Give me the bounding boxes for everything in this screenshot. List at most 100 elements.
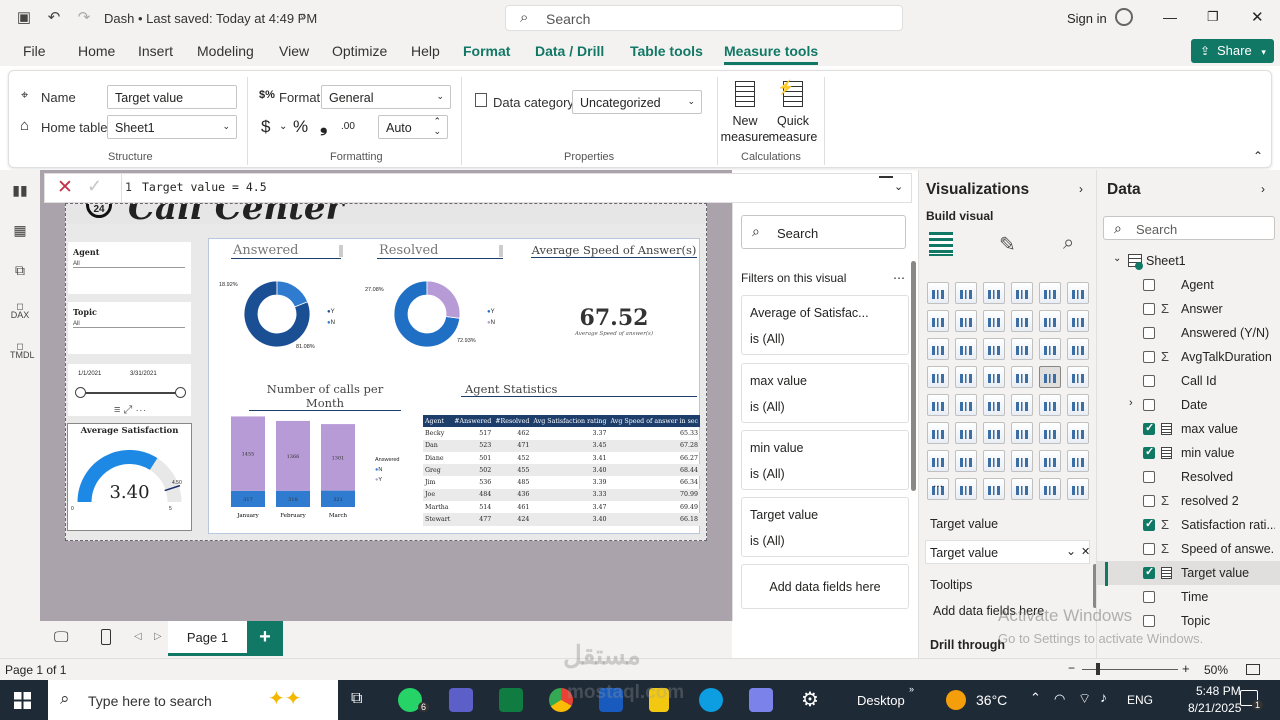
visual-type-icon[interactable] (1039, 450, 1061, 472)
zoom-out-icon[interactable]: − (1068, 661, 1075, 675)
filter-card[interactable]: min value is (All) (741, 430, 909, 490)
visual-type-icon[interactable] (1039, 478, 1061, 500)
prev-page-icon[interactable]: ◁ (134, 631, 142, 642)
tab-page-1[interactable]: Page 1 (168, 621, 247, 656)
visual-type-icon[interactable] (1067, 282, 1089, 304)
topic-slicer[interactable]: Topic All (68, 302, 191, 354)
field-checkbox[interactable] (1143, 399, 1155, 411)
menu-table-tools[interactable]: Table tools (630, 43, 703, 59)
next-page-icon[interactable]: ▷ (154, 631, 162, 642)
field-checkbox[interactable] (1143, 327, 1155, 339)
zoom-slider-thumb[interactable] (1096, 663, 1100, 675)
table-row[interactable]: Diane 501 452 3.41 66.27 (423, 452, 700, 464)
resolved-donut[interactable] (379, 277, 489, 357)
clock-date[interactable]: 8/21/2025 (1188, 701, 1241, 715)
visual-type-icon[interactable] (1039, 366, 1061, 388)
field-checkbox[interactable] (1143, 375, 1155, 387)
table-node[interactable]: ⌄ Sheet1 (1097, 249, 1280, 273)
field-item[interactable]: Resolved (1097, 465, 1280, 489)
answered-donut[interactable] (229, 277, 339, 357)
visual-type-icon[interactable] (983, 422, 1005, 444)
visual-type-icon[interactable] (1011, 450, 1033, 472)
menu-optimize[interactable]: Optimize (332, 43, 387, 59)
donut-slice-N[interactable] (276, 280, 309, 308)
network-wifi-icon[interactable]: ⌔ (1078, 690, 1091, 708)
percent-button[interactable]: % (293, 117, 308, 137)
menu-data-drill[interactable]: Data / Drill (535, 43, 604, 59)
zoom-level[interactable]: 50% (1204, 663, 1228, 677)
home-table-select[interactable]: Sheet1 ⌄ (107, 115, 237, 139)
chevron-right-icon[interactable]: › (1129, 397, 1133, 409)
volume-icon[interactable]: ♪ (1100, 689, 1107, 705)
taskbar-search[interactable]: ⌕ Type here to search ✦✦ (48, 680, 338, 720)
field-checkbox[interactable] (1143, 495, 1155, 507)
sign-in-link[interactable]: Sign in (1067, 11, 1107, 26)
visual-type-icon[interactable] (1067, 310, 1089, 332)
save-icon[interactable]: ▣ (14, 8, 34, 28)
filter-search[interactable]: ⌕ Search (741, 215, 906, 249)
filter-card[interactable]: Target value is (All) (741, 497, 909, 557)
visual-type-icon[interactable] (927, 310, 949, 332)
visual-type-icon[interactable] (955, 282, 977, 304)
field-checkbox[interactable] (1143, 421, 1155, 435)
commit-formula-icon[interactable]: ✓ (87, 176, 102, 197)
data-category-select[interactable]: Uncategorized ⌄ (572, 90, 702, 114)
collapse-pane-icon[interactable]: › (1079, 182, 1083, 196)
target-value-well[interactable]: Target value ⌄ ✕ (925, 540, 1090, 564)
weather-sun-icon[interactable] (946, 690, 966, 710)
field-checkbox[interactable] (1143, 591, 1155, 603)
chevron-down-icon[interactable]: ⌄ (1066, 544, 1076, 558)
field-checkbox[interactable] (1143, 279, 1155, 291)
mobile-layout-icon[interactable] (101, 629, 111, 645)
teams-icon[interactable] (449, 688, 473, 712)
agent-slicer[interactable]: Agent All (68, 242, 191, 294)
format-select[interactable]: General ⌄ (321, 85, 451, 109)
network-icon[interactable]: ◠ (1054, 691, 1065, 707)
chevron-right-icon[interactable]: » (909, 684, 914, 694)
task-view-icon[interactable]: ⧉ (351, 690, 362, 708)
field-item[interactable]: Σ AvgTalkDuration (1097, 345, 1280, 369)
close-icon[interactable]: ✕ (1251, 8, 1264, 26)
restore-icon[interactable]: ❐ (1207, 9, 1219, 25)
visual-type-icon[interactable] (983, 478, 1005, 500)
field-checkbox[interactable] (1143, 565, 1155, 579)
visual-type-icon[interactable] (927, 394, 949, 416)
chevron-down-icon[interactable]: ⌄ (1113, 253, 1121, 264)
name-field[interactable]: Target value (107, 85, 237, 109)
visual-type-icon[interactable] (1067, 422, 1089, 444)
show-hidden-icons[interactable]: ⌃ (1030, 690, 1041, 706)
calls-bar-chart[interactable]: 317 1455 January 318 1366 February 321 1301 Marc… (223, 415, 375, 531)
new-measure-button[interactable]: New measure (719, 79, 771, 147)
col-header[interactable]: Avg Speed of answer in sec (608, 415, 701, 428)
minimize-icon[interactable]: — (1163, 9, 1177, 25)
visual-type-icon[interactable] (1011, 366, 1033, 388)
menu-measure-tools[interactable]: Measure tools (724, 43, 819, 65)
menu-modeling[interactable]: Modeling (197, 43, 254, 59)
field-checkbox[interactable] (1143, 543, 1155, 555)
visual-type-icon[interactable] (955, 338, 977, 360)
remove-field-icon[interactable]: ✕ (1081, 545, 1090, 558)
decimal-places-stepper[interactable]: Auto ⌃ ⌄ (378, 115, 448, 139)
temperature[interactable]: 36°C (976, 692, 1007, 708)
visual-type-icon[interactable] (983, 282, 1005, 304)
decimal-button[interactable]: .00 (341, 121, 355, 132)
table-row[interactable]: Dan 523 471 3.45 67.28 (423, 439, 701, 452)
visual-type-icon[interactable] (983, 394, 1005, 416)
collapse-pane-icon[interactable]: › (1261, 182, 1265, 196)
visual-type-icon[interactable] (927, 338, 949, 360)
visual-type-icon[interactable] (927, 450, 949, 472)
field-item[interactable]: Σ Satisfaction rati... (1097, 513, 1280, 537)
edge-icon[interactable] (699, 688, 723, 712)
visual-type-icon[interactable] (1039, 422, 1061, 444)
visual-type-icon[interactable] (927, 366, 949, 388)
report-view-icon[interactable]: ▮▮ (10, 182, 30, 200)
menu-insert[interactable]: Insert (138, 43, 173, 59)
field-checkbox[interactable] (1143, 471, 1155, 483)
table-row[interactable]: Joe 484 436 3.33 70.99 (423, 488, 701, 502)
field-item[interactable]: Target value (1097, 561, 1280, 585)
tmdl-view-icon[interactable]: ◻ TMDL (10, 342, 35, 360)
field-item[interactable]: Agent (1097, 273, 1280, 297)
table-row[interactable]: Becky 517 462 3.37 65.33 (423, 427, 700, 439)
col-header[interactable]: Agent (423, 415, 453, 428)
desktop-layout-icon[interactable]: 🖵 (54, 629, 68, 646)
